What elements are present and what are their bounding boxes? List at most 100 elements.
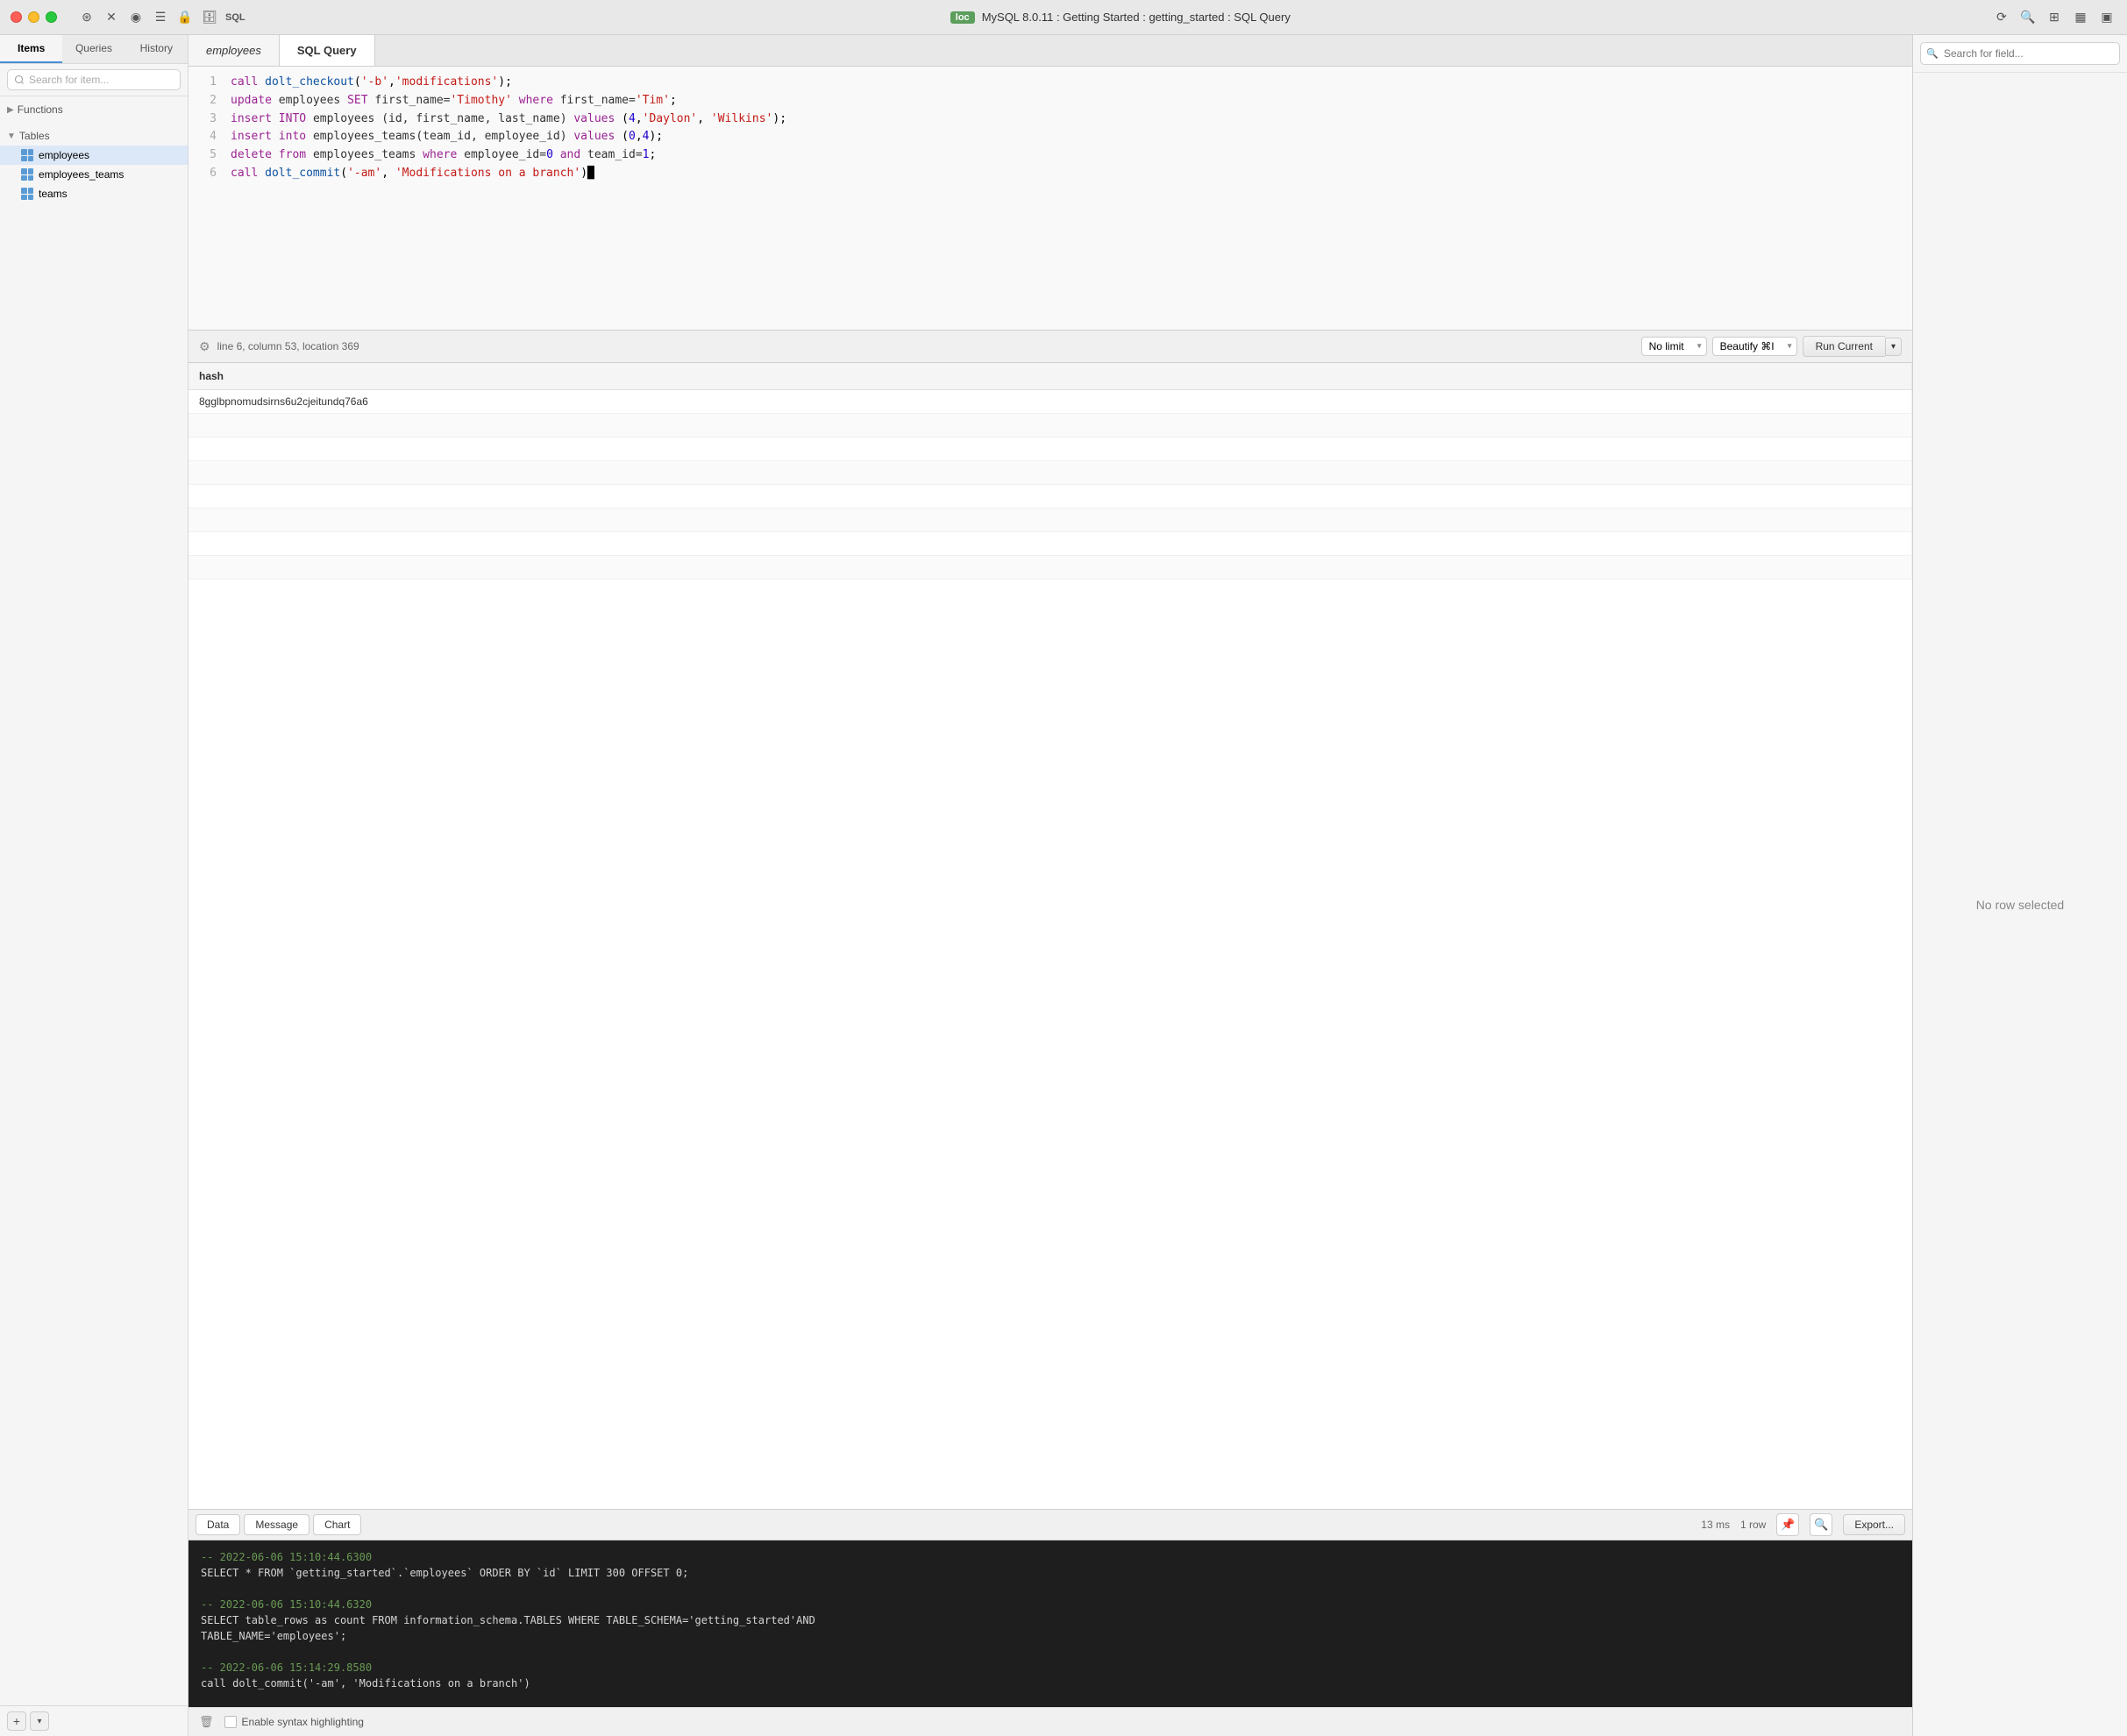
- database-icon[interactable]: 🗄: [201, 9, 218, 26]
- log-entry-3: -- 2022-06-06 15:14:29.8580 call dolt_co…: [201, 1660, 1900, 1691]
- bookmark-icon[interactable]: ⊛: [78, 9, 96, 26]
- right-search-area: [1913, 35, 2127, 73]
- refresh-icon[interactable]: ⟳: [1992, 8, 2011, 27]
- no-row-selected-label: No row selected: [1913, 73, 2127, 1736]
- trash-icon[interactable]: 🗑: [199, 1715, 214, 1729]
- results-table[interactable]: hash 8gglbpnomudsirns6u2cjeitundq76a6: [189, 363, 1912, 1509]
- search-icon[interactable]: 🔍: [2018, 8, 2038, 27]
- tab-sql-query[interactable]: SQL Query: [280, 35, 375, 66]
- tab-items[interactable]: Items: [0, 35, 62, 63]
- table-row-empty-7: [189, 556, 1912, 580]
- sidebar-toggle-icon[interactable]: ▦: [2071, 8, 2090, 27]
- table-row-empty-5: [189, 509, 1912, 532]
- code-line-1: 1 call dolt_checkout('-b','modifications…: [189, 74, 1912, 92]
- run-button-group: Run Current ▾: [1803, 336, 1902, 357]
- close-button[interactable]: [11, 11, 22, 23]
- log-timestamp-2: -- 2022-06-06 15:10:44.6320: [201, 1597, 1900, 1612]
- table-row-empty-4: [189, 485, 1912, 509]
- export-button[interactable]: Export...: [1843, 1514, 1905, 1535]
- titlebar: ⊛ ✕ ◉ ☰ 🔒 🗄 SQL loc MySQL 8.0.11 : Getti…: [0, 0, 2127, 35]
- editor-tabs: employees SQL Query: [189, 35, 1912, 67]
- split-view-icon[interactable]: ⊞: [2045, 8, 2064, 27]
- line-num-2: 2: [199, 92, 217, 110]
- code-content-2: update employees SET first_name='Timothy…: [231, 92, 1902, 110]
- location-badge: loc: [950, 11, 975, 24]
- syntax-toggle-bar: 🗑 Enable syntax highlighting: [189, 1707, 1912, 1736]
- line-num-4: 4: [199, 128, 217, 146]
- sidebar-search-input[interactable]: [7, 69, 181, 90]
- syntax-label: Enable syntax highlighting: [242, 1716, 364, 1728]
- line-num-1: 1: [199, 74, 217, 92]
- code-line-5: 5 delete from employees_teams where empl…: [189, 146, 1912, 165]
- results-tabs: Data Message Chart 13 ms 1 row 📌 🔍 Expor…: [189, 1509, 1912, 1540]
- limit-select-wrapper: No limit 100 500 1000: [1641, 337, 1707, 356]
- log-timestamp-1: -- 2022-06-06 15:10:44.6300: [201, 1549, 1900, 1565]
- close-tab-icon[interactable]: ✕: [103, 9, 120, 26]
- main-layout: Items Queries History ▶ Functions ▼ Tabl…: [0, 35, 2127, 1736]
- hash-cell: 8gglbpnomudsirns6u2cjeitundq76a6: [189, 390, 1912, 414]
- pin-button[interactable]: 📌: [1776, 1513, 1799, 1536]
- code-line-6: 6 call dolt_commit('-am', 'Modifications…: [189, 165, 1912, 183]
- minimize-button[interactable]: [28, 11, 39, 23]
- run-dropdown-button[interactable]: ▾: [1885, 338, 1902, 356]
- tab-employees[interactable]: employees: [189, 35, 280, 66]
- log-query-2: SELECT table_rows as count FROM informat…: [201, 1612, 1900, 1644]
- timing-text: 13 ms: [1701, 1519, 1730, 1531]
- functions-header[interactable]: ▶ Functions: [0, 100, 188, 119]
- add-item-button[interactable]: +: [7, 1711, 26, 1731]
- sidebar-search-area: [0, 64, 188, 96]
- teams-label: teams: [39, 188, 68, 200]
- sidebar-tabs: Items Queries History: [0, 35, 188, 64]
- syntax-checkbox[interactable]: [224, 1716, 237, 1728]
- line-num-6: 6: [199, 165, 217, 183]
- table-icon: [21, 149, 33, 161]
- sidebar-item-teams[interactable]: teams: [0, 184, 188, 203]
- code-line-3: 3 insert INTO employees (id, first_name,…: [189, 110, 1912, 129]
- expand-button[interactable]: ▾: [30, 1711, 49, 1731]
- employees-teams-label: employees_teams: [39, 168, 124, 181]
- tab-message[interactable]: Message: [244, 1514, 309, 1535]
- layout-icon[interactable]: ▣: [2097, 8, 2116, 27]
- log-query-1: SELECT * FROM `getting_started`.`employe…: [201, 1565, 1900, 1581]
- sidebar-item-employees[interactable]: employees: [0, 146, 188, 165]
- functions-section: ▶ Functions: [0, 96, 188, 123]
- table-row-empty-3: [189, 461, 1912, 485]
- gear-icon: ⚙: [199, 339, 210, 354]
- titlebar-right-controls: ⟳ 🔍 ⊞ ▦ ▣: [1992, 8, 2116, 27]
- table-row[interactable]: 8gglbpnomudsirns6u2cjeitundq76a6: [189, 390, 1912, 414]
- tables-header[interactable]: ▼ Tables: [0, 126, 188, 146]
- tables-section: ▼ Tables employees emplo: [0, 123, 188, 207]
- tab-data[interactable]: Data: [196, 1514, 240, 1535]
- code-editor[interactable]: 1 call dolt_checkout('-b','modifications…: [189, 67, 1912, 330]
- tab-history[interactable]: History: [125, 35, 188, 63]
- tab-chart[interactable]: Chart: [313, 1514, 361, 1535]
- field-search-input[interactable]: [1920, 42, 2120, 65]
- tab-queries[interactable]: Queries: [62, 35, 124, 63]
- status-bar: ⚙ line 6, column 53, location 369 No lim…: [189, 330, 1912, 363]
- code-line-2: 2 update employees SET first_name='Timot…: [189, 92, 1912, 110]
- table-icon-3: [21, 188, 33, 200]
- sidebar-bottom: + ▾: [0, 1705, 188, 1736]
- list-icon[interactable]: ☰: [152, 9, 169, 26]
- data-table: hash 8gglbpnomudsirns6u2cjeitundq76a6: [189, 363, 1912, 580]
- preview-icon[interactable]: ◉: [127, 9, 145, 26]
- limit-select[interactable]: No limit 100 500 1000: [1641, 337, 1707, 356]
- run-current-button[interactable]: Run Current: [1803, 336, 1885, 357]
- sidebar-item-employees-teams[interactable]: employees_teams: [0, 165, 188, 184]
- code-content-5: delete from employees_teams where employ…: [231, 146, 1902, 165]
- code-line-4: 4 insert into employees_teams(team_id, e…: [189, 128, 1912, 146]
- lock-icon[interactable]: 🔒: [176, 9, 194, 26]
- maximize-button[interactable]: [46, 11, 57, 23]
- search-results-button[interactable]: 🔍: [1810, 1513, 1832, 1536]
- log-area[interactable]: -- 2022-06-06 15:10:44.6300 SELECT * FRO…: [189, 1540, 1912, 1707]
- titlebar-center: loc MySQL 8.0.11 : Getting Started : get…: [249, 11, 1992, 24]
- titlebar-title: MySQL 8.0.11 : Getting Started : getting…: [982, 11, 1291, 24]
- titlebar-left-icons: ⊛ ✕ ◉ ☰ 🔒 🗄 SQL: [78, 9, 249, 26]
- table-row-empty-2: [189, 438, 1912, 461]
- code-content-6: call dolt_commit('-am', 'Modifications o…: [231, 165, 1902, 183]
- functions-label: Functions: [18, 103, 63, 116]
- chevron-right-icon: ▶: [7, 105, 14, 115]
- hash-column-header: hash: [189, 363, 1912, 390]
- beautify-select[interactable]: Beautify ⌘I: [1712, 337, 1797, 356]
- status-controls: No limit 100 500 1000 Beautify ⌘I Run Cu…: [1641, 336, 1902, 357]
